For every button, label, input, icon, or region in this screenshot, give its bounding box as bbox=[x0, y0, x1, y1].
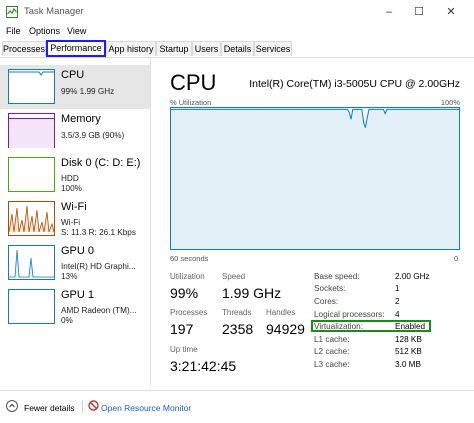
graph-label-utilization: % Utilization bbox=[170, 98, 212, 107]
footer: Fewer details Open Resource Monitor bbox=[0, 390, 474, 423]
base-speed-value: 2.00 GHz bbox=[395, 272, 430, 281]
memory-thumbnail bbox=[8, 113, 55, 148]
handles-label: Handles bbox=[266, 308, 296, 317]
tab-services[interactable]: Services bbox=[254, 41, 292, 56]
resource-name: GPU 0 bbox=[61, 245, 95, 257]
menu-view[interactable]: View bbox=[67, 26, 86, 36]
maximize-button[interactable]: ☐ bbox=[408, 4, 430, 20]
resource-list: CPU 99% 1.99 GHz Memory 3.5/3.9 GB (90%)… bbox=[0, 58, 151, 386]
sockets-value: 1 bbox=[395, 284, 400, 293]
resource-name: Memory bbox=[61, 113, 101, 125]
window-title: Task Manager bbox=[24, 6, 84, 17]
task-manager-icon bbox=[6, 6, 18, 18]
minimize-button[interactable]: – bbox=[378, 4, 400, 20]
logical-processors-label: Logical processors: bbox=[314, 310, 385, 319]
resource-wifi[interactable]: Wi-Fi Wi-Fi S: 11.3 R: 26.1 Kbps bbox=[0, 197, 150, 241]
tab-processes[interactable]: Processes bbox=[2, 41, 46, 56]
processes-label: Processes bbox=[170, 308, 208, 317]
close-button[interactable]: ✕ bbox=[440, 4, 462, 20]
threads-label: Threads bbox=[222, 308, 252, 317]
utilization-label: Utilization bbox=[170, 272, 205, 281]
menu-options[interactable]: Options bbox=[29, 26, 60, 36]
l2-cache-value: 512 KB bbox=[395, 347, 422, 356]
resource-name: Disk 0 (C: D: E:) bbox=[61, 157, 141, 169]
l1-cache-label: L1 cache: bbox=[314, 335, 350, 344]
cpu-usage-area bbox=[171, 109, 459, 250]
handles-value: 94929 bbox=[266, 321, 305, 337]
resource-name: Wi-Fi bbox=[61, 201, 87, 213]
resource-detail: HDD bbox=[61, 174, 79, 183]
resource-cpu[interactable]: CPU 99% 1.99 GHz bbox=[0, 65, 150, 109]
tab-users[interactable]: Users bbox=[192, 41, 221, 56]
utilization-value: 99% bbox=[170, 285, 199, 301]
threads-value: 2358 bbox=[222, 321, 254, 337]
tab-details[interactable]: Details bbox=[221, 41, 254, 56]
processes-value: 197 bbox=[170, 321, 194, 337]
title-bar: Task Manager – ☐ ✕ bbox=[0, 0, 474, 24]
cpu-graph-svg bbox=[171, 108, 459, 250]
l3-cache-label: L3 cache: bbox=[314, 360, 350, 369]
resource-detail: 0% bbox=[61, 316, 73, 325]
logical-processors-value: 4 bbox=[395, 310, 400, 319]
resource-disk[interactable]: Disk 0 (C: D: E:) HDD 100% bbox=[0, 153, 150, 197]
resource-monitor-icon[interactable] bbox=[88, 400, 99, 411]
uptime-label: Up time bbox=[170, 345, 198, 354]
base-speed-label: Base speed: bbox=[314, 272, 360, 281]
l3-cache-value: 3.0 MB bbox=[395, 360, 421, 369]
tab-performance[interactable]: Performance bbox=[46, 40, 106, 57]
resource-detail: Intel(R) HD Graphi... bbox=[61, 262, 136, 271]
open-resource-monitor-link[interactable]: Open Resource Monitor bbox=[101, 403, 191, 413]
graph-label-max: 100% bbox=[440, 98, 460, 107]
cpu-detail-panel: CPU Intel(R) Core(TM) i3-5005U CPU @ 2.0… bbox=[152, 58, 474, 388]
resource-detail: 99% 1.99 GHz bbox=[61, 87, 115, 96]
l2-cache-label: L2 cache: bbox=[314, 347, 350, 356]
l1-cache-value: 128 KB bbox=[395, 335, 422, 344]
sockets-label: Sockets: bbox=[314, 284, 346, 293]
gpu1-thumbnail bbox=[8, 289, 55, 324]
cpu-model: Intel(R) Core(TM) i3-5005U CPU @ 2.00GHz bbox=[249, 78, 460, 90]
resource-detail: 3.5/3.9 GB (90%) bbox=[61, 131, 125, 140]
tab-startup[interactable]: Startup bbox=[156, 41, 192, 56]
resource-gpu1[interactable]: GPU 1 AMD Radeon (TM)... 0% bbox=[0, 285, 150, 329]
fewer-details-button[interactable]: Fewer details bbox=[24, 403, 75, 413]
resource-name: GPU 1 bbox=[61, 289, 95, 301]
page-title: CPU bbox=[170, 70, 217, 95]
resource-detail: 13% bbox=[61, 272, 78, 281]
cpu-thumbnail bbox=[8, 69, 55, 104]
footer-divider bbox=[82, 400, 83, 413]
resource-detail: AMD Radeon (TM)... bbox=[61, 306, 137, 315]
uptime-value: 3:21:42:45 bbox=[170, 358, 237, 374]
wifi-thumbnail bbox=[8, 201, 55, 236]
speed-value: 1.99 GHz bbox=[222, 285, 282, 301]
gpu0-thumbnail bbox=[8, 245, 55, 280]
graph-label-time: 60 seconds bbox=[170, 254, 209, 263]
speed-label: Speed bbox=[222, 272, 246, 281]
resource-gpu0[interactable]: GPU 0 Intel(R) HD Graphi... 13% bbox=[0, 241, 150, 285]
resource-detail: Wi-Fi bbox=[61, 218, 81, 227]
cpu-utilization-graph bbox=[170, 107, 460, 250]
resource-memory[interactable]: Memory 3.5/3.9 GB (90%) bbox=[0, 109, 150, 153]
resource-detail: 100% bbox=[61, 184, 82, 193]
resource-name: CPU bbox=[61, 69, 85, 81]
menu-bar: File Options View bbox=[0, 24, 474, 39]
graph-label-min: 0 bbox=[454, 254, 459, 263]
cores-value: 2 bbox=[395, 297, 400, 306]
tab-app-history[interactable]: App history bbox=[106, 41, 156, 56]
resource-detail: S: 11.3 R: 26.1 Kbps bbox=[61, 228, 136, 237]
disk-thumbnail bbox=[8, 157, 55, 192]
tab-strip: Processes Performance App history Startu… bbox=[0, 40, 474, 58]
cores-label: Cores: bbox=[314, 297, 339, 306]
menu-file[interactable]: File bbox=[6, 26, 21, 36]
virtualization-highlight bbox=[311, 320, 431, 332]
chevron-up-icon[interactable] bbox=[6, 400, 18, 412]
